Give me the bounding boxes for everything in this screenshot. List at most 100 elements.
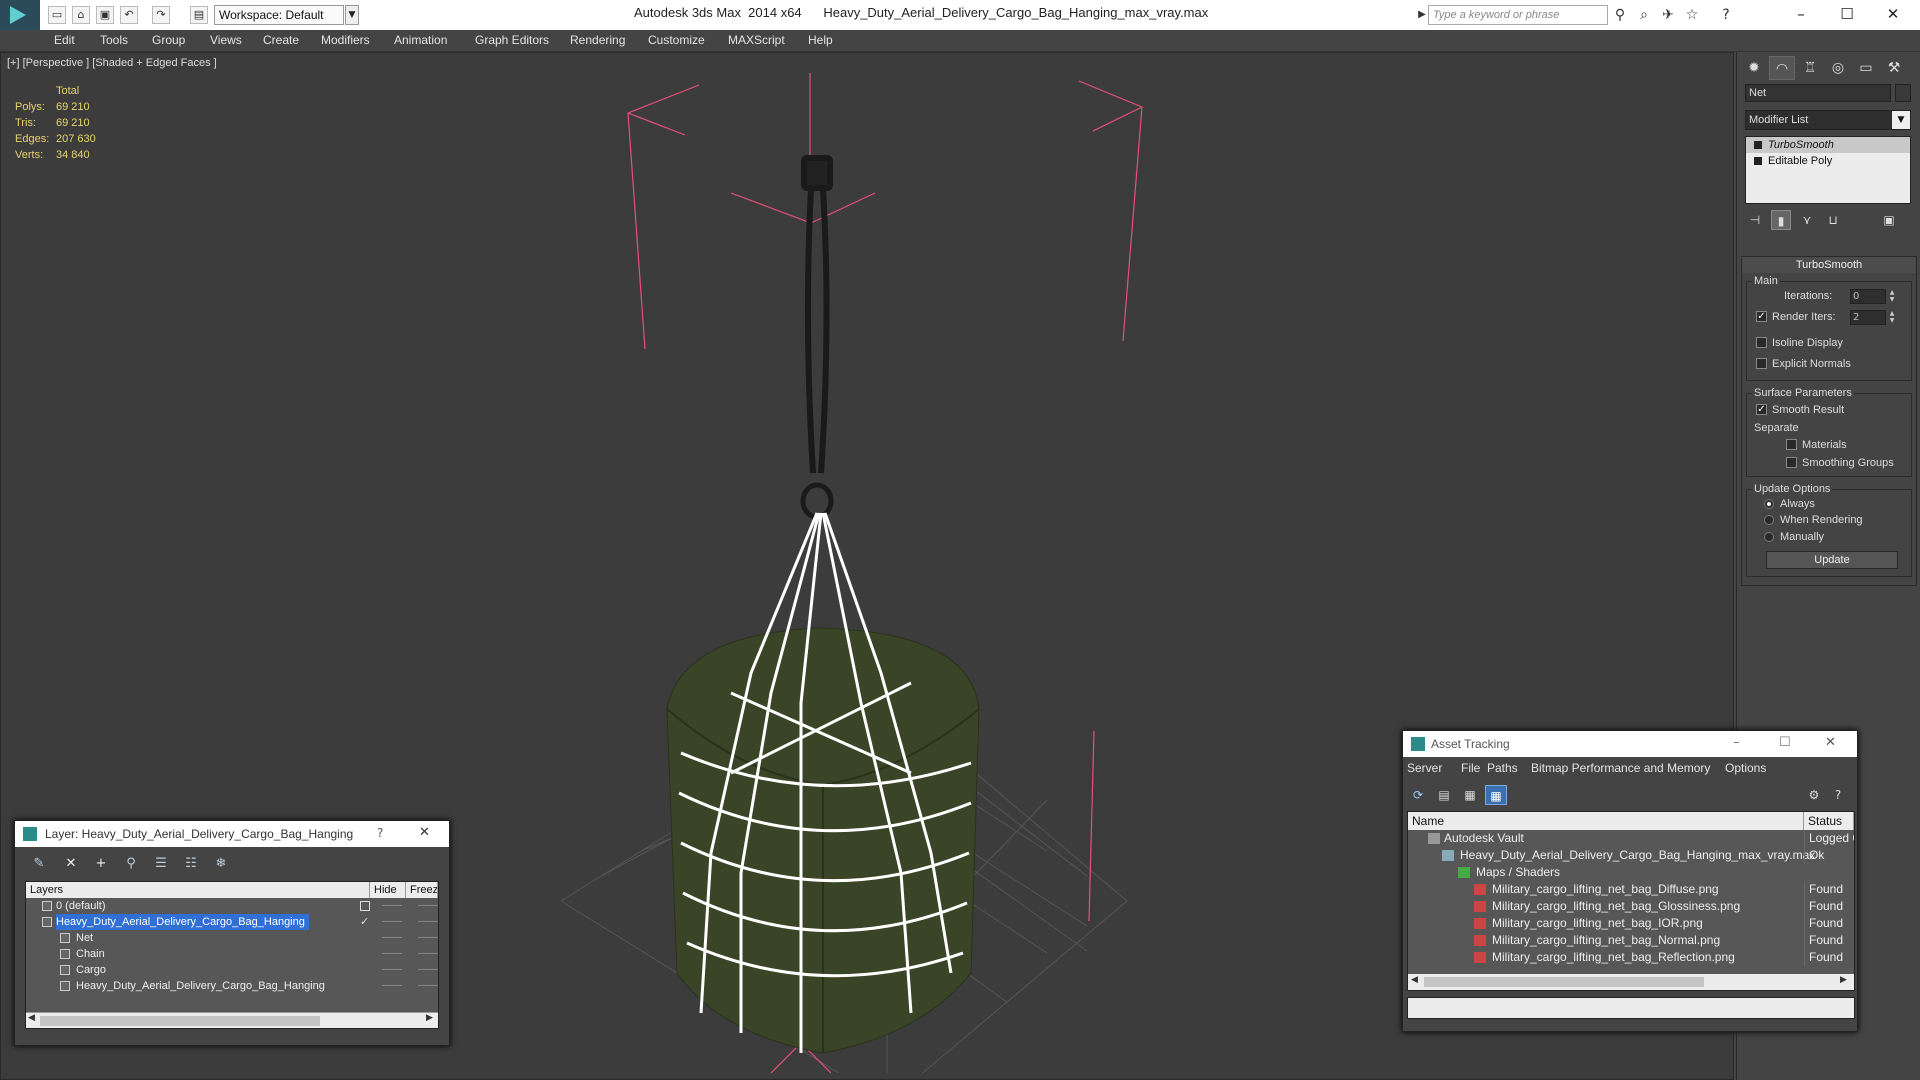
current-layer-box[interactable] [360,901,370,911]
manually-radio[interactable] [1764,532,1774,542]
menu-help[interactable]: Help [808,33,833,47]
hide-all-icon[interactable]: ☷ [181,855,201,873]
help-icon[interactable]: ? [377,826,383,840]
horizontal-scrollbar[interactable]: ◀ ▶ [1408,974,1854,990]
minimize-button[interactable]: – [1778,0,1824,30]
help-icon[interactable]: ? [1827,785,1849,805]
display-tab-icon[interactable]: ▭ [1853,56,1879,80]
make-unique-icon[interactable]: ⋎ [1797,210,1817,230]
menu-modifiers[interactable]: Modifiers [321,33,370,47]
layer-row[interactable]: Net —— —— [26,930,438,946]
project-folder-icon[interactable]: ▤ [190,6,208,24]
help-icon[interactable]: ? [1718,7,1734,23]
layer-row[interactable]: Cargo —— —— [26,962,438,978]
table-row[interactable]: Autodesk Vault Logged Out [1408,830,1854,847]
scroll-left-icon[interactable]: ◀ [28,1013,35,1023]
binoculars-icon[interactable]: ⚲ [1612,7,1628,23]
minimize-button[interactable]: – [1733,735,1740,750]
isoline-display-checkbox[interactable] [1756,337,1767,348]
new-file-icon[interactable]: ▭ [48,6,66,24]
object-color-swatch[interactable] [1895,84,1911,102]
asset-path-field[interactable] [1407,997,1855,1019]
explicit-normals-checkbox[interactable] [1756,358,1767,369]
save-file-icon[interactable]: ▣ [96,6,114,24]
rollout-title[interactable]: TurboSmooth [1742,257,1916,273]
scroll-left-icon[interactable]: ◀ [1411,975,1418,985]
menu-group[interactable]: Group [152,33,185,47]
render-iters-spinner[interactable]: 2 [1850,310,1886,325]
scroll-right-icon[interactable]: ▶ [426,1013,433,1023]
scrollbar-thumb[interactable] [1424,977,1704,987]
asset-dialog-titlebar[interactable]: Asset Tracking – ☐ ✕ [1403,731,1857,757]
layer-row-selected[interactable]: Heavy_Duty_Aerial_Delivery_Cargo_Bag_Han… [26,914,438,930]
show-end-result-icon[interactable]: ▮ [1771,210,1791,230]
remove-modifier-icon[interactable]: ⊔ [1823,210,1843,230]
modify-tab-icon[interactable]: ◠ [1769,56,1795,80]
search-icon[interactable]: ⌕ [1636,7,1652,23]
menu-edit[interactable]: Edit [54,33,75,47]
new-layer-icon[interactable]: ✎ [29,855,49,873]
viewport-label[interactable]: [+] [Perspective ] [Shaded + Edged Faces… [7,57,217,69]
select-objects-icon[interactable]: ⚲ [121,855,141,873]
chevron-down-icon[interactable]: ▼ [1892,111,1910,129]
menu-views[interactable]: Views [210,33,242,47]
subscription-icon[interactable]: ✈ [1660,7,1676,23]
update-button[interactable]: Update [1766,551,1898,569]
table-row[interactable]: Maps / Shaders [1408,864,1854,881]
cargo-bag-model[interactable] [501,73,1201,1073]
tree-view-icon[interactable]: ▦ [1459,785,1481,805]
asset-menu-bitmap-performance[interactable]: Bitmap Performance and Memory [1531,761,1710,775]
layer-row[interactable]: Chain —— —— [26,946,438,962]
table-row[interactable]: Military_cargo_lifting_net_bag_Reflectio… [1408,949,1854,966]
maximize-button[interactable]: ☐ [1824,0,1870,30]
column-header-freeze[interactable]: Freeze [406,882,438,898]
delete-layer-icon[interactable]: ✕ [61,855,81,873]
menu-maxscript[interactable]: MAXScript [728,33,785,47]
checkmark-icon[interactable]: ✓ [360,914,369,930]
asset-menu-options[interactable]: Options [1725,761,1766,775]
iterations-spinner[interactable]: 0 [1850,289,1886,304]
table-row[interactable]: Military_cargo_lifting_net_bag_Glossines… [1408,898,1854,915]
maximize-button[interactable]: ☐ [1779,735,1791,750]
scroll-right-icon[interactable]: ▶ [1840,975,1847,985]
menu-tools[interactable]: Tools [100,33,128,47]
table-view-icon[interactable]: ▦ [1485,785,1507,805]
add-to-layer-icon[interactable]: + [91,855,111,873]
asset-menu-file[interactable]: File [1461,761,1480,775]
smoothing-groups-checkbox[interactable] [1786,457,1797,468]
table-row[interactable]: Military_cargo_lifting_net_bag_IOR.png F… [1408,915,1854,932]
smooth-result-checkbox[interactable]: ✓ [1756,404,1767,415]
expand-icon[interactable] [1754,157,1762,165]
column-header-name[interactable]: Name [1408,812,1804,830]
table-row[interactable]: Military_cargo_lifting_net_bag_Normal.pn… [1408,932,1854,949]
menu-customize[interactable]: Customize [648,33,705,47]
redo-icon[interactable]: ↷ [152,6,170,24]
table-row[interactable]: Heavy_Duty_Aerial_Delivery_Cargo_Bag_Han… [1408,847,1854,864]
spinner-arrows-icon[interactable]: ▲ ▼ [1888,289,1896,304]
open-file-icon[interactable]: ⌂ [72,6,90,24]
freeze-all-icon[interactable]: ❄ [211,855,231,873]
motion-tab-icon[interactable]: ◎ [1825,56,1851,80]
column-header-layers[interactable]: Layers [26,882,370,898]
close-button[interactable]: ✕ [1825,735,1836,750]
workspace-dropdown[interactable]: Workspace: Default [214,5,344,25]
list-view-icon[interactable]: ▤ [1433,785,1455,805]
always-radio[interactable] [1764,499,1774,509]
horizontal-scrollbar[interactable]: ◀ ▶ [26,1012,438,1028]
app-logo-icon[interactable] [0,0,40,30]
object-name-field[interactable]: Net [1745,84,1891,102]
settings-icon[interactable]: ⚙ [1803,785,1825,805]
materials-checkbox[interactable] [1786,439,1797,450]
table-row[interactable]: Military_cargo_lifting_net_bag_Diffuse.p… [1408,881,1854,898]
close-icon[interactable]: ✕ [419,825,430,840]
hierarchy-tab-icon[interactable]: ♖ [1797,56,1823,80]
star-icon[interactable]: ☆ [1684,7,1700,23]
column-header-hide[interactable]: Hide [370,882,406,898]
menu-create[interactable]: Create [263,33,299,47]
render-iters-checkbox[interactable]: ✓ [1756,311,1767,322]
asset-menu-server[interactable]: Server [1407,761,1442,775]
asset-menu-paths[interactable]: Paths [1487,761,1518,775]
menu-animation[interactable]: Animation [394,33,447,47]
scrollbar-thumb[interactable] [40,1016,320,1026]
modifier-list-dropdown[interactable]: Modifier List [1745,110,1911,130]
